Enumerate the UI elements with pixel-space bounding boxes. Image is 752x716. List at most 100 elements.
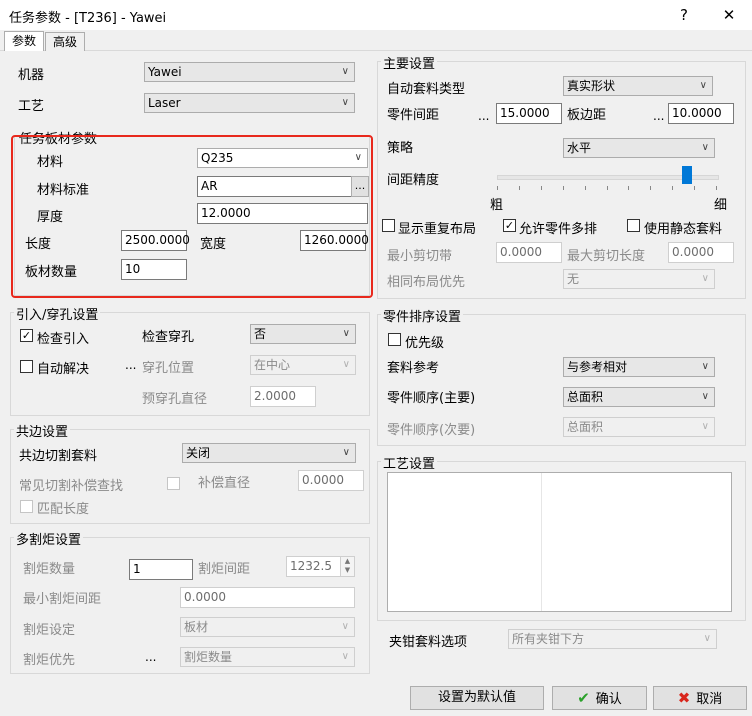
craft-settings-panel[interactable] xyxy=(387,472,732,612)
auto-nest-select[interactable]: 真实形状 ∨ xyxy=(563,76,713,96)
torch-priority-dots[interactable]: ... xyxy=(145,650,156,664)
chevron-down-icon: ∨ xyxy=(701,361,709,372)
panel-divider xyxy=(541,473,542,611)
min-torch-spacing-label: 最小割炬间距 xyxy=(23,592,102,607)
chevron-down-icon: ∨ xyxy=(699,80,707,91)
part-gap-field[interactable]: 15.0000 xyxy=(496,103,562,124)
nest-ref-label: 套料参考 xyxy=(387,361,440,376)
allow-multi-row-checkbox[interactable]: ✓ xyxy=(503,219,516,232)
static-nest-label: 使用静态套料 xyxy=(644,222,723,237)
check-leadin-checkbox[interactable]: ✓ xyxy=(20,329,33,342)
process-label: 工艺 xyxy=(18,99,45,114)
torch-count-field[interactable]: 1 xyxy=(129,559,193,580)
auto-nest-label: 自动套料类型 xyxy=(387,82,466,97)
part-gap-label: 零件间距 xyxy=(387,108,440,123)
allow-multi-row-label: 允许零件多排 xyxy=(519,222,598,237)
clamp-option-value: 所有夹钳下方 xyxy=(512,632,585,646)
prepierce-field[interactable]: 2.0000 xyxy=(250,386,316,407)
check-pierce-value: 否 xyxy=(254,327,267,341)
ok-label: 确认 xyxy=(595,692,622,707)
match-length-checkbox[interactable] xyxy=(20,500,33,513)
auto-nest-value: 真实形状 xyxy=(567,79,616,93)
check-pierce-label: 检查穿孔 xyxy=(142,330,195,345)
comp-diameter-label: 补偿直径 xyxy=(198,476,251,491)
slider-tick xyxy=(716,186,717,190)
window-title: 任务参数 - [T236] - Yawei xyxy=(9,11,167,26)
machine-select[interactable]: Yawei ∨ xyxy=(144,62,355,82)
precision-label: 间距精度 xyxy=(387,173,440,188)
slider-ticks xyxy=(497,186,717,190)
clamp-option-select[interactable]: 所有夹钳下方 ∨ xyxy=(508,629,717,649)
torch-priority-value: 割炬数量 xyxy=(184,650,233,664)
common-edge-title: 共边设置 xyxy=(14,421,71,440)
show-repeat-checkbox[interactable] xyxy=(382,219,395,232)
compensation-checkbox[interactable] xyxy=(167,477,180,490)
part-sort-title: 零件排序设置 xyxy=(381,306,464,325)
cross-icon: ✖ xyxy=(677,689,691,707)
highlight-box xyxy=(11,135,373,298)
torch-setting-value: 板材 xyxy=(184,620,209,634)
same-layout-select[interactable]: 无 ∨ xyxy=(563,269,715,289)
precision-coarse-label: 粗 xyxy=(490,198,504,213)
slider-tick xyxy=(563,186,564,190)
common-cut-label: 共边切割套料 xyxy=(19,449,98,464)
strategy-label: 策略 xyxy=(387,141,414,156)
torch-setting-select[interactable]: 板材 ∨ xyxy=(180,617,355,637)
compensation-label: 常见切割补偿查找 xyxy=(19,479,124,494)
multi-torch-title: 多割炬设置 xyxy=(14,529,84,548)
part-gap-dots[interactable]: ... xyxy=(478,109,489,123)
ok-button[interactable]: ✔ 确认 xyxy=(552,686,647,710)
pierce-position-label: 穿孔位置 xyxy=(142,361,195,376)
slider-tick xyxy=(497,186,498,190)
min-cut-label: 最小剪切带 xyxy=(387,249,453,264)
chevron-down-icon: ∨ xyxy=(341,97,349,108)
torch-priority-select[interactable]: 割炬数量 ∨ xyxy=(180,647,355,667)
slider-tick xyxy=(607,186,608,190)
torch-spacing-spinner[interactable]: ▲ ▼ xyxy=(340,556,355,577)
order-main-select[interactable]: 总面积 ∨ xyxy=(563,387,715,407)
machine-value: Yawei xyxy=(148,65,182,79)
strategy-value: 水平 xyxy=(567,141,592,155)
close-button[interactable]: ✕ xyxy=(715,4,743,26)
slider-tick xyxy=(541,186,542,190)
check-pierce-select[interactable]: 否 ∨ xyxy=(250,324,356,344)
comp-diameter-field[interactable]: 0.0000 xyxy=(298,470,364,491)
auto-resolve-checkbox[interactable] xyxy=(20,360,33,373)
cancel-button[interactable]: ✖ 取消 xyxy=(653,686,747,710)
torch-spacing-field[interactable]: 1232.5 xyxy=(286,556,341,577)
pierce-position-value: 在中心 xyxy=(254,358,291,372)
nest-ref-select[interactable]: 与参考相对 ∨ xyxy=(563,357,715,377)
slider-tick xyxy=(519,186,520,190)
help-button[interactable]: ? xyxy=(670,4,698,26)
common-cut-select[interactable]: 关闭 ∨ xyxy=(182,443,356,463)
slider-tick xyxy=(694,186,695,190)
order-main-value: 总面积 xyxy=(567,390,604,404)
slider-tick xyxy=(585,186,586,190)
order-sub-select[interactable]: 总面积 ∨ xyxy=(563,417,715,437)
torch-spacing-label: 割炬间距 xyxy=(198,562,251,577)
static-nest-checkbox[interactable] xyxy=(627,219,640,232)
auto-resolve-dots[interactable]: ... xyxy=(125,358,136,372)
leadin-title: 引入/穿孔设置 xyxy=(14,304,101,323)
slider-thumb[interactable] xyxy=(682,166,692,184)
pierce-position-select[interactable]: 在中心 ∨ xyxy=(250,355,356,375)
show-repeat-label: 显示重复布局 xyxy=(398,222,477,237)
clamp-option-label: 夹钳套料选项 xyxy=(389,635,468,650)
min-cut-field[interactable]: 0.0000 xyxy=(496,242,562,263)
tab-advanced[interactable]: 高级 xyxy=(45,32,85,51)
strategy-select[interactable]: 水平 ∨ xyxy=(563,138,715,158)
common-cut-value: 关闭 xyxy=(186,446,211,460)
precision-slider[interactable] xyxy=(497,166,719,192)
edge-gap-label: 板边距 xyxy=(567,108,607,123)
slider-tick xyxy=(672,186,673,190)
edge-gap-field[interactable]: 10.0000 xyxy=(668,103,734,124)
tab-params[interactable]: 参数 xyxy=(4,31,44,51)
chevron-down-icon: ∨ xyxy=(342,328,350,339)
process-select[interactable]: Laser ∨ xyxy=(144,93,355,113)
torch-setting-label: 割炬设定 xyxy=(23,623,76,638)
priority-checkbox[interactable] xyxy=(388,333,401,346)
edge-gap-dots[interactable]: ... xyxy=(653,109,664,123)
min-torch-spacing-field[interactable]: 0.0000 xyxy=(180,587,355,608)
set-default-button[interactable]: 设置为默认值 xyxy=(410,686,544,710)
max-cut-field[interactable]: 0.0000 xyxy=(668,242,734,263)
